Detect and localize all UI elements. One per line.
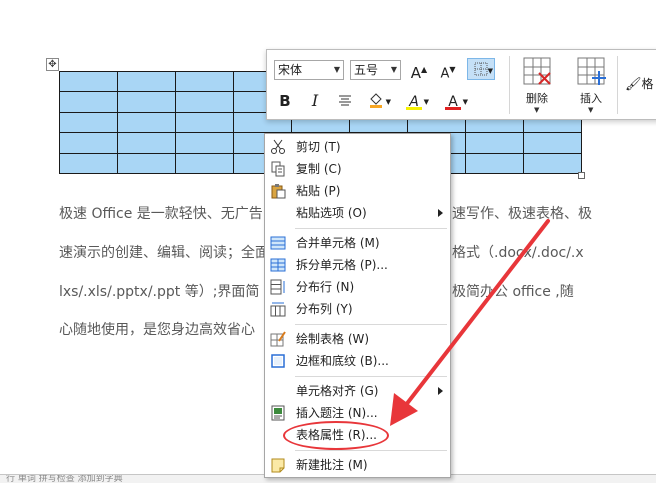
bold-icon: B bbox=[279, 92, 291, 110]
table-cell[interactable] bbox=[175, 152, 234, 174]
menu-item-label: 拆分单元格 (P)... bbox=[296, 258, 388, 272]
delete-label: 删除 bbox=[526, 92, 548, 105]
table-cell[interactable] bbox=[465, 152, 524, 174]
delete-table-button[interactable]: 删除 ▼ bbox=[519, 54, 555, 116]
distribute-rows-icon bbox=[270, 279, 285, 295]
font-color-swatch bbox=[445, 107, 461, 110]
table-cell[interactable] bbox=[175, 70, 234, 93]
chevron-down-icon: ▼ bbox=[333, 65, 340, 74]
italic-button[interactable]: I bbox=[304, 90, 326, 112]
insert-table-icon bbox=[577, 57, 606, 85]
menu-item-label: 粘贴选项 (O) bbox=[296, 206, 367, 220]
table-cell[interactable] bbox=[117, 91, 176, 113]
menu-item-label: 绘制表格 (W) bbox=[296, 332, 370, 346]
table-cell[interactable] bbox=[523, 152, 582, 174]
delete-table-icon bbox=[523, 57, 551, 85]
highlight-color-swatch bbox=[406, 107, 422, 110]
format-painter-button[interactable]: 🖌格 bbox=[625, 72, 656, 94]
menu-item-label: 合并单元格 (M) bbox=[296, 236, 380, 250]
insert-caption-icon bbox=[271, 405, 285, 421]
table-cell[interactable] bbox=[117, 152, 176, 174]
table-cell[interactable] bbox=[59, 91, 118, 113]
chevron-down-icon: ▼ bbox=[588, 106, 594, 114]
table-cell[interactable] bbox=[59, 152, 118, 174]
font-name-value: 宋体 bbox=[278, 63, 303, 77]
table-cell[interactable] bbox=[175, 91, 234, 113]
scissors-icon bbox=[271, 139, 285, 154]
table-move-handle-icon[interactable]: ✥ bbox=[46, 58, 59, 71]
menu-item-new-comment[interactable]: 新建批注 (M) bbox=[265, 454, 450, 476]
font-size-select[interactable]: 五号 ▼ bbox=[350, 60, 401, 80]
menu-item-paste[interactable]: 粘贴 (P) bbox=[265, 180, 450, 202]
chevron-down-icon: ▼ bbox=[487, 67, 493, 75]
table-cell[interactable] bbox=[117, 111, 176, 134]
menu-item-label: 复制 (C) bbox=[296, 162, 342, 176]
copy-icon bbox=[271, 161, 285, 177]
menu-item-copy[interactable]: 复制 (C) bbox=[265, 158, 450, 180]
paste-icon bbox=[271, 184, 286, 199]
table-cell[interactable] bbox=[117, 132, 176, 154]
menu-item-label: 剪切 (T) bbox=[296, 140, 341, 154]
table-cell[interactable] bbox=[523, 132, 582, 154]
new-comment-icon bbox=[271, 458, 285, 473]
merge-cells-icon bbox=[270, 236, 286, 250]
table-cell[interactable] bbox=[117, 70, 176, 93]
chevron-down-icon: ▼ bbox=[534, 106, 540, 114]
menu-item-label: 分布列 (Y) bbox=[296, 302, 353, 316]
table-cell[interactable] bbox=[59, 111, 118, 134]
draw-table-icon bbox=[270, 331, 286, 347]
brush-icon: 🖌 bbox=[625, 77, 642, 92]
menu-item-label: 粘贴 (P) bbox=[296, 184, 341, 198]
font-color-button[interactable]: A ▼ bbox=[442, 90, 468, 112]
italic-icon: I bbox=[311, 91, 319, 110]
table-cell[interactable] bbox=[59, 132, 118, 154]
center-align-icon bbox=[339, 95, 351, 106]
highlight-color-button[interactable]: A ▼ bbox=[403, 90, 429, 112]
chevron-down-icon: ▼ bbox=[423, 98, 429, 106]
menu-item-label: 分布行 (N) bbox=[296, 280, 355, 294]
table-cell[interactable] bbox=[465, 132, 524, 154]
toolbar-separator bbox=[509, 56, 510, 114]
menu-item-cut[interactable]: 剪切 (T) bbox=[265, 136, 450, 158]
menu-item-label: 边框和底纹 (B)... bbox=[296, 354, 389, 368]
menu-separator bbox=[295, 450, 447, 451]
format-painter-label: 格 bbox=[641, 77, 654, 91]
annotation-arrow-icon bbox=[390, 219, 550, 426]
center-align-button[interactable] bbox=[334, 90, 356, 112]
table-borders-button[interactable]: ▼ bbox=[467, 58, 495, 80]
borders-shading-icon bbox=[271, 354, 285, 368]
grow-font-button[interactable]: A▲ bbox=[408, 59, 430, 82]
bold-button[interactable]: B bbox=[274, 90, 296, 112]
shading-fill-button[interactable]: ▼ bbox=[365, 90, 391, 112]
table-cell[interactable] bbox=[175, 111, 234, 134]
table-cell[interactable] bbox=[175, 132, 234, 154]
shrink-font-button[interactable]: A▼ bbox=[437, 59, 459, 81]
table-borders-icon bbox=[474, 62, 488, 76]
chevron-down-icon: ▼ bbox=[385, 98, 391, 106]
grow-font-icon: A bbox=[410, 64, 422, 82]
table-cell[interactable] bbox=[59, 70, 118, 93]
distribute-columns-icon bbox=[270, 302, 286, 317]
insert-label: 插入 bbox=[580, 92, 602, 105]
floating-mini-toolbar: 宋体 ▼ 五号 ▼ A▲ A▼ ▼ B I ▼ A ▼ A ▼ 删除 ▼ 插入 … bbox=[266, 49, 656, 120]
insert-table-button[interactable]: 插入 ▼ bbox=[573, 54, 609, 116]
highlight-ellipse bbox=[283, 421, 389, 450]
chevron-down-icon: ▼ bbox=[390, 65, 397, 74]
toolbar-separator bbox=[617, 56, 618, 114]
menu-item-label: 单元格对齐 (G) bbox=[296, 384, 379, 398]
menu-item-label: 新建批注 (M) bbox=[296, 458, 368, 472]
font-name-select[interactable]: 宋体 ▼ bbox=[274, 60, 344, 80]
chevron-down-icon: ▼ bbox=[462, 98, 468, 106]
table-resize-handle[interactable] bbox=[578, 172, 585, 179]
paint-bucket-icon bbox=[370, 93, 382, 108]
font-size-value: 五号 bbox=[354, 63, 379, 77]
split-cells-icon bbox=[270, 258, 286, 272]
